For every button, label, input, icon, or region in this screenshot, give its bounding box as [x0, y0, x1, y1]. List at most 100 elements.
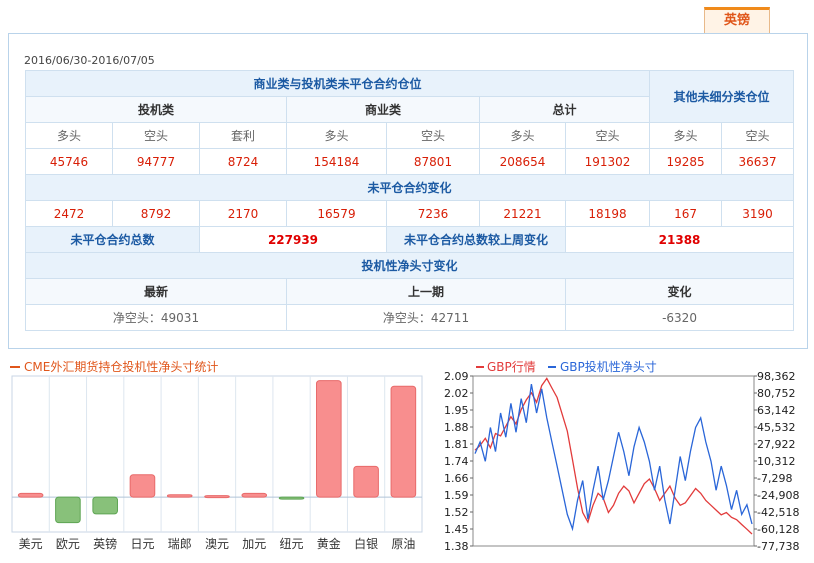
net-col-change: 变化 — [564, 278, 795, 305]
bar-category-label: 美元 — [19, 537, 43, 551]
left-tick-label: 1.52 — [444, 506, 469, 519]
date-range: 2016/06/30-2016/07/05 — [24, 54, 155, 67]
col-header: 空头 — [386, 122, 480, 149]
right-tick-label: 10,312 — [757, 455, 796, 468]
bar-category-label: 英镑 — [93, 536, 117, 551]
col-header: 多头 — [479, 122, 566, 149]
cell-value: 94777 — [112, 148, 200, 175]
right-tick-label: -7,298 — [757, 472, 792, 485]
bar-chart: CME外汇期货持仓投机性净头寸统计 美元 欧元 英镑 日元 瑞郎 澳元 加元 纽元 黄金 白银 原油 — [10, 359, 423, 551]
cell-value: 36637 — [721, 148, 795, 175]
cell-change: 18198 — [564, 200, 651, 227]
change-title: 未平仓合约变化 — [24, 174, 795, 201]
bar-纽元[interactable] — [278, 496, 305, 500]
cell-change: 2170 — [199, 200, 287, 227]
cell-value: 45746 — [25, 148, 113, 175]
left-tick-label: 1.74 — [444, 455, 469, 468]
left-tick-label: 1.95 — [444, 404, 469, 417]
week-change-label: 未平仓合约总数较上周变化 — [386, 226, 566, 253]
left-tick-label: 1.81 — [444, 438, 469, 451]
net-previous-value: 净空头：42711 — [286, 304, 566, 331]
bar-category-label: 澳元 — [205, 537, 229, 551]
col-header: 多头 — [649, 122, 723, 149]
col-header: 空头 — [721, 122, 795, 149]
right-tick-label: 45,532 — [757, 421, 796, 434]
table-row: 45746 94777 8724 154184 87801 208654 191… — [25, 148, 795, 175]
bar-澳元[interactable] — [204, 495, 230, 499]
cell-change: 16579 — [286, 200, 387, 227]
bar-白银[interactable] — [353, 465, 379, 498]
bar-category-label: 纽元 — [280, 537, 304, 551]
line-chart-box: GBP行情 GBP投机性净头寸 2.09 2.02 1.95 1.88 1.81 1.74… — [440, 356, 814, 560]
group-spec: 投机类 — [25, 96, 287, 123]
right-tick-label: 80,752 — [757, 387, 796, 400]
cell-change: 8792 — [112, 200, 200, 227]
bar-category-label: 欧元 — [56, 537, 80, 551]
cell-value: 19285 — [649, 148, 723, 175]
table-title-other: 其他未细分类仓位 — [649, 70, 795, 123]
bar-英镑[interactable] — [92, 496, 118, 515]
total-value: 227939 — [199, 226, 387, 253]
left-tick-label: 1.38 — [444, 540, 469, 553]
net-latest-value: 净空头：49031 — [25, 304, 287, 331]
net-change-value: -6320 — [564, 304, 795, 331]
col-header: 多头 — [286, 122, 387, 149]
table-title-main: 商业类与投机类未平仓合约仓位 — [24, 70, 651, 97]
cell-change: 21221 — [479, 200, 566, 227]
right-tick-label: -77,738 — [757, 540, 799, 553]
cell-value: 87801 — [386, 148, 480, 175]
bar-日元[interactable] — [129, 474, 156, 498]
col-header: 套利 — [199, 122, 287, 149]
left-tick-label: 1.59 — [444, 489, 469, 502]
left-tick-label: 2.02 — [444, 387, 469, 400]
cell-change: 167 — [649, 200, 723, 227]
bar-瑞郎[interactable] — [166, 494, 193, 498]
bar-legend: CME外汇期货持仓投机性净头寸统计 — [24, 359, 218, 374]
left-tick-label: 1.88 — [444, 421, 469, 434]
left-tick-label: 2.09 — [444, 370, 469, 383]
positions-panel: 2016/06/30-2016/07/05 商业类与投机类未平仓合约仓位 其他未… — [8, 33, 808, 349]
line-chart: GBP行情 GBP投机性净头寸 2.09 2.02 1.95 1.88 1.81 1.74… — [444, 359, 799, 553]
column-header-row: 多头 空头 套利 多头 空头 多头 空头 多头 空头 — [25, 122, 795, 149]
bar-美元[interactable] — [17, 492, 44, 498]
cell-value: 208654 — [479, 148, 566, 175]
tab-gbp[interactable]: 英镑 — [704, 7, 770, 34]
total-label: 未平仓合约总数 — [25, 226, 200, 253]
bar-欧元[interactable] — [55, 496, 81, 524]
group-total: 总计 — [478, 96, 651, 123]
gbp-net-position-line — [474, 383, 753, 532]
bar-category-label: 加元 — [242, 537, 266, 551]
right-tick-label: -24,908 — [757, 489, 799, 502]
right-tick-label: -42,518 — [757, 506, 799, 519]
week-change-value: 21388 — [564, 226, 795, 253]
bar-category-label: 原油 — [391, 537, 415, 551]
cell-value: 8724 — [199, 148, 287, 175]
net-col-latest: 最新 — [25, 278, 287, 305]
bar-加元[interactable] — [241, 492, 268, 498]
bar-chart-box: CME外汇期货持仓投机性净头寸统计 美元 欧元 英镑 日元 瑞郎 澳元 加元 纽元 黄金 白银 原油 — [8, 356, 428, 556]
positions-table: 商业类与投机类未平仓合约仓位 其他未细分类仓位 投机类 商业类 总计 多头 空头… — [24, 70, 795, 331]
bar-category-label: 白银 — [354, 536, 378, 551]
bar-category-label: 瑞郎 — [168, 537, 192, 551]
right-tick-label: 98,362 — [757, 370, 796, 383]
bar-原油[interactable] — [390, 385, 417, 498]
cell-value: 154184 — [286, 148, 387, 175]
bar-category-label: 黄金 — [317, 536, 341, 551]
cell-change: 7236 — [386, 200, 480, 227]
group-comm: 商业类 — [286, 96, 480, 123]
bar-category-label: 日元 — [130, 537, 154, 551]
net-col-previous: 上一期 — [286, 278, 566, 305]
legend-gbp-net: GBP投机性净头寸 — [560, 359, 657, 374]
col-header: 空头 — [112, 122, 200, 149]
col-header: 空头 — [564, 122, 651, 149]
col-header: 多头 — [25, 122, 113, 149]
right-tick-label: 27,922 — [757, 438, 796, 451]
cell-change: 3190 — [721, 200, 795, 227]
table-row: 2472 8792 2170 16579 7236 21221 18198 16… — [25, 200, 795, 227]
cell-change: 2472 — [25, 200, 113, 227]
line-plot-frame — [472, 375, 755, 547]
legend-gbp-price: GBP行情 — [487, 360, 536, 374]
net-title: 投机性净头寸变化 — [24, 252, 795, 279]
bar-黄金[interactable] — [316, 380, 342, 498]
left-tick-label: 1.45 — [444, 523, 469, 536]
